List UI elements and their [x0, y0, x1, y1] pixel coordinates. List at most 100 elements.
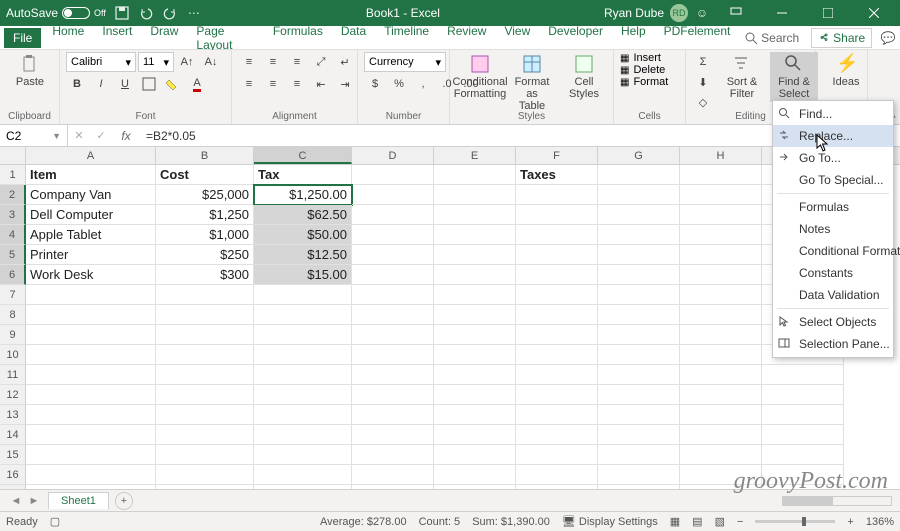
menu-conditional-formatting[interactable]: Conditional Formatting	[773, 240, 893, 262]
cell[interactable]	[352, 285, 434, 305]
col-header-A[interactable]: A	[26, 147, 156, 164]
cell[interactable]	[254, 385, 352, 405]
cell[interactable]	[434, 225, 516, 245]
number-format-select[interactable]: Currency▾	[364, 52, 446, 72]
cell[interactable]	[352, 345, 434, 365]
row-header[interactable]: 8	[0, 305, 26, 325]
cell[interactable]	[516, 485, 598, 489]
orientation-icon[interactable]: ⤢	[310, 52, 332, 72]
cancel-formula-icon[interactable]: ✕	[68, 126, 90, 146]
face-icon[interactable]: ☺	[694, 5, 710, 21]
cell[interactable]	[516, 365, 598, 385]
cell[interactable]	[598, 225, 680, 245]
cell[interactable]	[598, 445, 680, 465]
cell[interactable]	[254, 305, 352, 325]
font-color-button[interactable]: A	[186, 74, 208, 94]
col-header-D[interactable]: D	[352, 147, 434, 164]
comments-icon[interactable]: 💬	[880, 30, 896, 46]
sheet-nav-prev[interactable]: ◄	[8, 495, 24, 507]
cell[interactable]: Item	[26, 165, 156, 185]
cell[interactable]	[352, 305, 434, 325]
cell[interactable]: Tax	[254, 165, 352, 185]
cell[interactable]	[598, 365, 680, 385]
cell[interactable]	[598, 285, 680, 305]
add-sheet-button[interactable]: +	[115, 492, 133, 510]
cell[interactable]	[598, 385, 680, 405]
cell[interactable]: $1,000	[156, 225, 254, 245]
cell[interactable]	[516, 285, 598, 305]
format-button[interactable]: Format	[633, 76, 668, 88]
italic-button[interactable]: I	[90, 74, 112, 94]
cell[interactable]	[680, 405, 762, 425]
font-name-select[interactable]: Calibri▾	[66, 52, 136, 72]
row-header[interactable]: 4	[0, 225, 26, 245]
cell[interactable]	[762, 365, 844, 385]
row-header[interactable]: 14	[0, 425, 26, 445]
row-header[interactable]: 3	[0, 205, 26, 225]
decrease-indent-icon[interactable]: ⇤	[310, 74, 332, 94]
cell[interactable]	[680, 205, 762, 225]
cell-styles-button[interactable]: Cell Styles	[560, 52, 608, 102]
cell[interactable]	[762, 465, 844, 485]
format-as-table-button[interactable]: Format as Table	[508, 52, 556, 114]
cell[interactable]	[680, 265, 762, 285]
cell[interactable]	[434, 265, 516, 285]
cell[interactable]	[352, 405, 434, 425]
cell[interactable]: Taxes	[516, 165, 598, 185]
cell[interactable]	[352, 245, 434, 265]
decrease-font-icon[interactable]: A↓	[200, 52, 222, 72]
zoom-slider[interactable]	[755, 520, 835, 523]
align-middle-icon[interactable]: ≡	[262, 52, 284, 72]
cell[interactable]	[434, 345, 516, 365]
name-box[interactable]: C2▼	[0, 125, 68, 146]
cell[interactable]	[434, 385, 516, 405]
cell[interactable]	[598, 185, 680, 205]
search-label[interactable]: Search	[761, 31, 799, 45]
col-header-H[interactable]: H	[680, 147, 762, 164]
record-macro-icon[interactable]: ▢	[50, 515, 60, 528]
row-header[interactable]: 16	[0, 465, 26, 485]
cell[interactable]	[434, 165, 516, 185]
increase-indent-icon[interactable]: ⇥	[334, 74, 356, 94]
cell[interactable]: $1,250.00	[254, 185, 352, 205]
menu-select-objects[interactable]: Select Objects	[773, 311, 893, 333]
cell[interactable]	[254, 345, 352, 365]
cell[interactable]	[680, 285, 762, 305]
cell[interactable]	[680, 225, 762, 245]
cell[interactable]	[434, 185, 516, 205]
cell[interactable]	[156, 385, 254, 405]
menu-constants[interactable]: Constants	[773, 262, 893, 284]
minimize-button[interactable]	[762, 0, 802, 26]
cell[interactable]	[434, 485, 516, 489]
cell[interactable]: Company Van	[26, 185, 156, 205]
zoom-out-button[interactable]: −	[737, 516, 743, 528]
save-icon[interactable]	[114, 5, 130, 21]
horizontal-scrollbar[interactable]	[782, 496, 892, 506]
cell[interactable]	[598, 345, 680, 365]
menu-goto[interactable]: Go To...	[773, 147, 893, 169]
cell[interactable]	[434, 325, 516, 345]
align-right-icon[interactable]: ≡	[286, 74, 308, 94]
row-header[interactable]: 17	[0, 485, 26, 489]
cell[interactable]	[516, 265, 598, 285]
cell[interactable]	[352, 465, 434, 485]
row-header[interactable]: 11	[0, 365, 26, 385]
cell[interactable]	[516, 405, 598, 425]
col-header-C[interactable]: C	[254, 147, 352, 164]
cell[interactable]	[26, 485, 156, 489]
cell[interactable]	[516, 325, 598, 345]
cell[interactable]	[680, 165, 762, 185]
fill-icon[interactable]: ⬇	[692, 72, 714, 92]
cell[interactable]	[156, 345, 254, 365]
col-header-F[interactable]: F	[516, 147, 598, 164]
fx-button[interactable]: fx	[112, 129, 140, 143]
cell[interactable]	[598, 325, 680, 345]
enter-formula-icon[interactable]: ✓	[90, 126, 112, 146]
cell[interactable]	[598, 265, 680, 285]
cell[interactable]: Work Desk	[26, 265, 156, 285]
cell[interactable]	[26, 365, 156, 385]
align-bottom-icon[interactable]: ≡	[286, 52, 308, 72]
cell[interactable]	[680, 445, 762, 465]
view-break-icon[interactable]: ▧	[715, 515, 725, 528]
cell[interactable]	[434, 365, 516, 385]
